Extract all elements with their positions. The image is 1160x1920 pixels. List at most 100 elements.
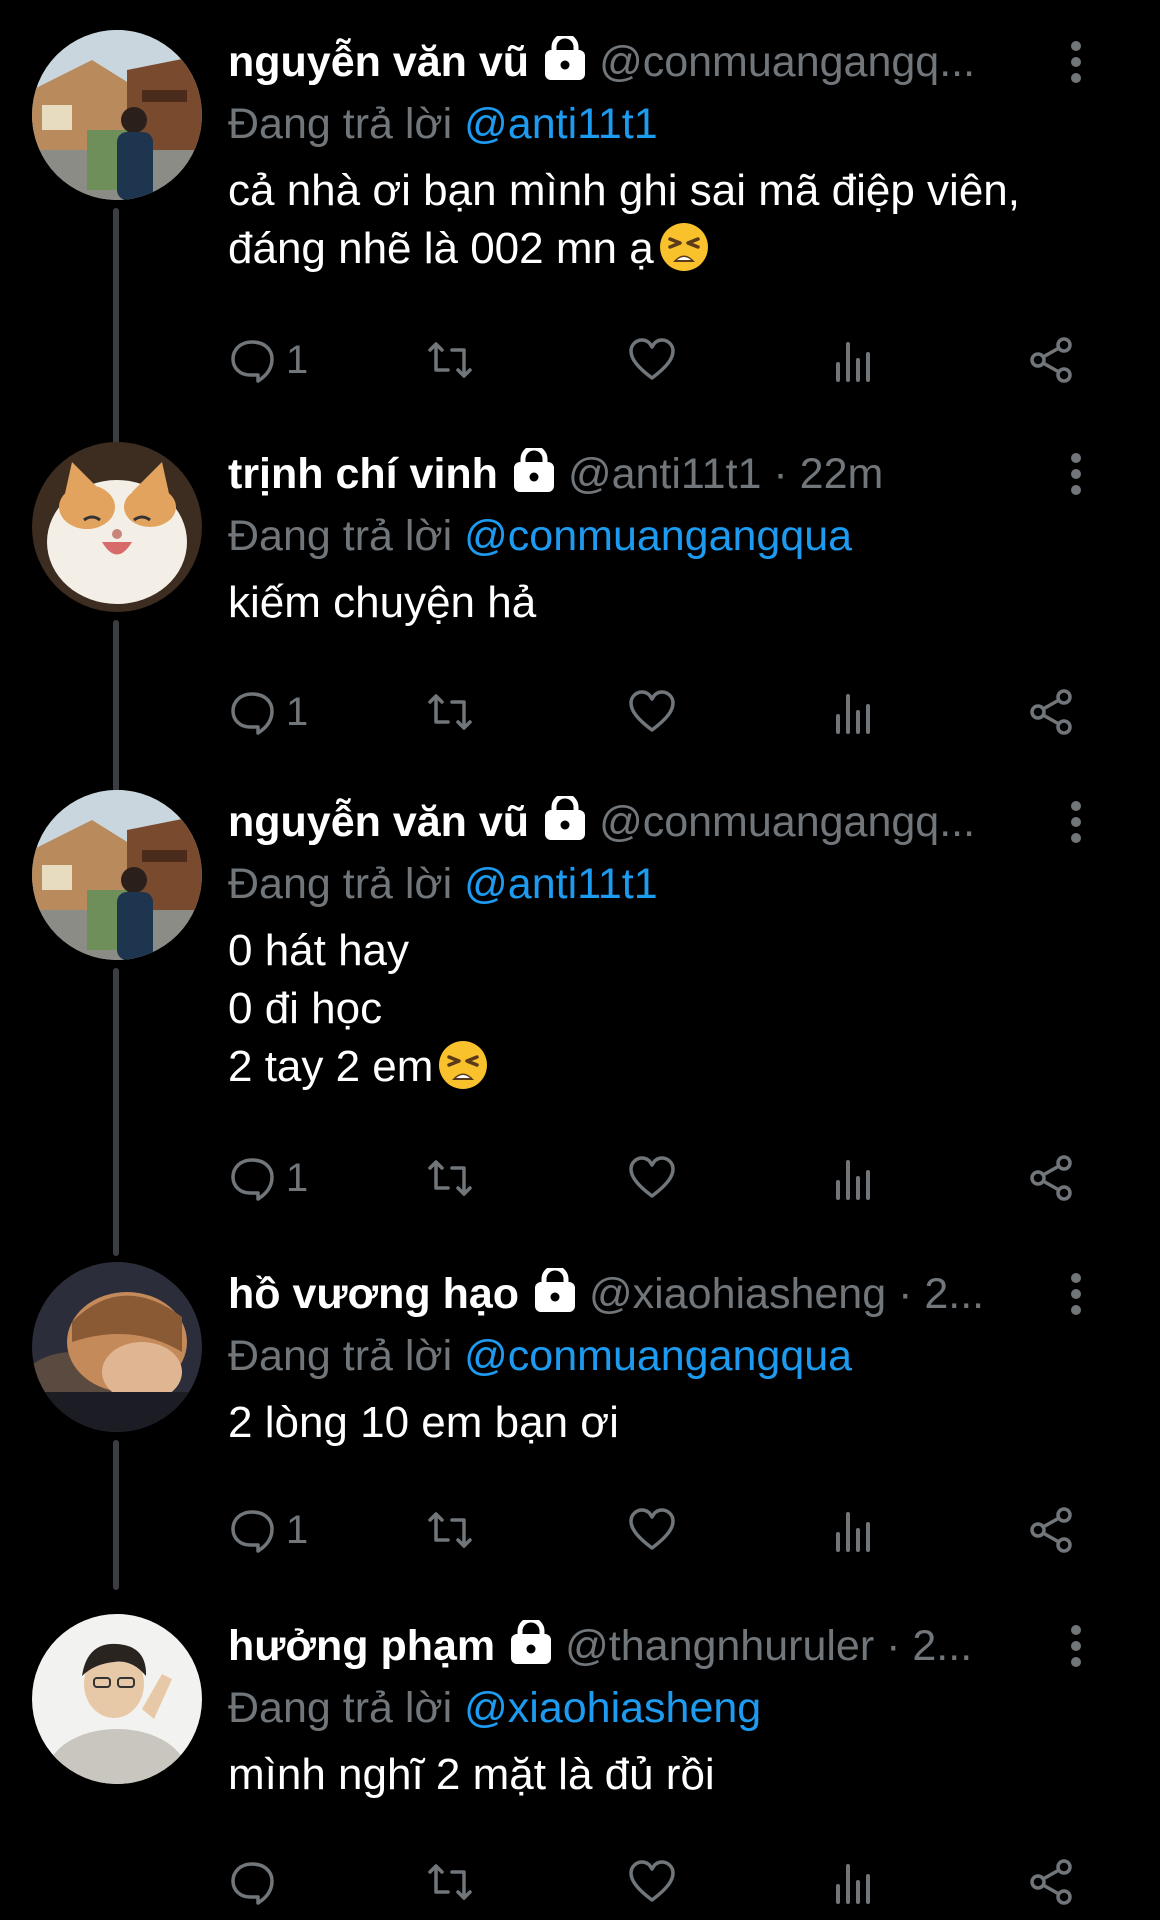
avatar-cat-icon <box>32 442 202 612</box>
lock-icon <box>508 448 560 494</box>
reply-button[interactable]: 1 <box>228 1148 308 1208</box>
tweet-text: cả nhà ơi bạn mình ghi sai mã điệp viên,… <box>228 162 1128 278</box>
timestamp: · 22m <box>773 450 884 498</box>
display-name[interactable]: nguyễn văn vũ <box>228 38 529 86</box>
retweet-button[interactable] <box>426 1148 474 1208</box>
tweet-text-line: 0 hát hay <box>228 926 410 975</box>
tweet-text: 0 hát hay 0 đi học 2 tay 2 em <box>228 922 1128 1096</box>
avatar[interactable] <box>32 1614 202 1784</box>
user-handle[interactable]: @xiaohiasheng <box>589 1270 886 1318</box>
reply-button[interactable]: 1 <box>228 330 308 390</box>
lock-icon <box>505 1620 557 1666</box>
reply-icon <box>231 1862 274 1905</box>
reply-context: Đang trả lời @conmuangangqua <box>228 1326 1128 1386</box>
share-button[interactable] <box>1028 330 1076 390</box>
share-icon <box>1030 689 1072 735</box>
share-button[interactable] <box>1028 1148 1076 1208</box>
avatar[interactable] <box>32 790 202 960</box>
display-name[interactable]: trịnh chí vinh <box>228 450 498 498</box>
like-button[interactable] <box>628 682 676 742</box>
retweet-button[interactable] <box>426 1500 474 1560</box>
tweet-text-line: 0 đi học <box>228 984 383 1033</box>
action-bar: 1 <box>228 1500 1108 1560</box>
views-button[interactable] <box>830 1148 878 1208</box>
reply-prefix: Đang trả lời <box>228 860 453 908</box>
reply-count: 1 <box>286 337 309 382</box>
retweet-icon <box>428 1160 472 1196</box>
reply-prefix: Đang trả lời <box>228 512 453 560</box>
display-name[interactable]: hồ vương hạo <box>228 1270 519 1318</box>
avatar-street-photo-icon <box>32 30 202 200</box>
reply-button[interactable] <box>228 1852 286 1912</box>
tweet-text-line: mình nghĩ 2 mặt là đủ rồi <box>228 1750 715 1799</box>
tweet-header: nguyễn văn vũ @conmuangangq... <box>228 790 1128 854</box>
reply-context: Đang trả lời @anti11t1 <box>228 94 1128 154</box>
more-options-icon[interactable] <box>1056 790 1096 854</box>
share-button[interactable] <box>1028 1852 1076 1912</box>
action-bar: 1 <box>228 330 1108 390</box>
avatar[interactable] <box>32 442 202 612</box>
user-handle[interactable]: @conmuangangq... <box>599 38 975 86</box>
more-options-icon[interactable] <box>1056 1262 1096 1326</box>
lock-icon <box>539 796 591 842</box>
avatar-person-hoodie-icon <box>32 1614 202 1784</box>
like-button[interactable] <box>628 1148 676 1208</box>
avatar[interactable] <box>32 30 202 200</box>
display-name[interactable]: nguyễn văn vũ <box>228 798 529 846</box>
avatar-person-face-icon <box>32 1262 202 1432</box>
reply-button[interactable]: 1 <box>228 682 308 742</box>
share-button[interactable] <box>1028 682 1076 742</box>
analytics-icon <box>836 1864 870 1904</box>
lock-icon <box>539 36 591 82</box>
share-icon <box>1030 337 1072 383</box>
more-options-icon[interactable] <box>1056 442 1096 506</box>
thread-connector <box>113 968 119 1256</box>
reply-icon <box>231 1158 274 1201</box>
reply-icon <box>231 1510 274 1553</box>
retweet-button[interactable] <box>426 682 474 742</box>
tweet-text-line: kiếm chuyện hả <box>228 578 537 627</box>
more-options-icon[interactable] <box>1056 1614 1096 1678</box>
reply-prefix: Đang trả lời <box>228 1684 453 1732</box>
analytics-icon <box>836 342 870 382</box>
lock-icon <box>529 1268 581 1314</box>
reply-mention-link[interactable]: @anti11t1 <box>464 860 657 908</box>
reply-button[interactable]: 1 <box>228 1500 308 1560</box>
more-options-icon[interactable] <box>1056 30 1096 94</box>
user-handle[interactable]: @conmuangangq... <box>599 798 975 846</box>
share-icon <box>1030 1155 1072 1201</box>
reply-context: Đang trả lời @xiaohiasheng <box>228 1678 1128 1738</box>
reply-mention-link[interactable]: @xiaohiasheng <box>464 1684 761 1732</box>
reply-mention-link[interactable]: @conmuangangqua <box>464 1332 852 1380</box>
share-button[interactable] <box>1028 1500 1076 1560</box>
display-name[interactable]: hưởng phạm <box>228 1622 495 1670</box>
views-button[interactable] <box>830 1500 878 1560</box>
retweet-button[interactable] <box>426 330 474 390</box>
tweet-header: trịnh chí vinh @anti11t1 · 22m <box>228 442 1128 506</box>
action-bar <box>228 1852 1108 1912</box>
reply-mention-link[interactable]: @conmuangangqua <box>464 512 852 560</box>
like-button[interactable] <box>628 330 676 390</box>
tweet-text-line: đáng nhẽ là 002 mn ạ <box>228 224 654 273</box>
reply-count: 1 <box>286 1155 309 1200</box>
tweet-text: 2 lòng 10 em bạn ơi <box>228 1394 1128 1452</box>
views-button[interactable] <box>830 682 878 742</box>
avatar[interactable] <box>32 1262 202 1432</box>
reply-prefix: Đang trả lời <box>228 100 453 148</box>
reply-context: Đang trả lời @anti11t1 <box>228 854 1128 914</box>
like-button[interactable] <box>628 1852 676 1912</box>
like-button[interactable] <box>628 1500 676 1560</box>
views-button[interactable] <box>830 330 878 390</box>
reply-context: Đang trả lời @conmuangangqua <box>228 506 1128 566</box>
heart-icon <box>629 1156 675 1198</box>
tweet-header: hồ vương hạo @xiaohiasheng · 2... <box>228 1262 1128 1326</box>
retweet-icon <box>428 342 472 378</box>
user-handle[interactable]: @thangnhuruler <box>565 1622 874 1670</box>
views-button[interactable] <box>830 1852 878 1912</box>
tweet-header: hưởng phạm @thangnhuruler · 2... <box>228 1614 1128 1678</box>
retweet-button[interactable] <box>426 1852 474 1912</box>
retweet-icon <box>428 694 472 730</box>
user-handle[interactable]: @anti11t1 <box>568 450 761 498</box>
reply-mention-link[interactable]: @anti11t1 <box>464 100 657 148</box>
thread-connector <box>113 1440 119 1590</box>
